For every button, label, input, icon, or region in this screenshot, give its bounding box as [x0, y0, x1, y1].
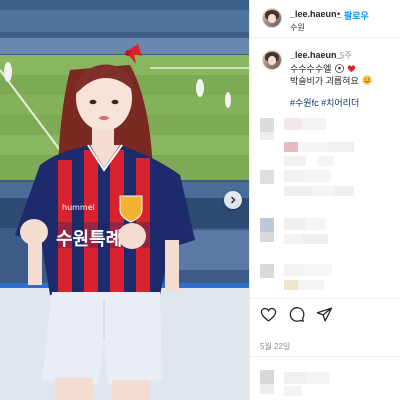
divider — [250, 356, 400, 357]
caption-text-2: 박슬비가 괴롭혀요 — [290, 76, 359, 86]
follow-button[interactable]: 팔로우 — [344, 9, 369, 22]
header-separator: • — [337, 9, 341, 19]
blurred-comment-input — [260, 370, 330, 396]
soccer-ball-icon — [335, 64, 344, 73]
carousel-next-button[interactable] — [224, 191, 242, 209]
sweat-smile-emoji-icon — [362, 75, 372, 85]
like-button[interactable] — [260, 306, 277, 323]
share-button[interactable] — [316, 306, 333, 323]
post-date[interactable]: 5월 22일 — [260, 341, 290, 352]
heart-icon — [260, 307, 277, 322]
post-location[interactable]: 수원 — [290, 22, 305, 33]
send-icon — [316, 307, 333, 322]
post-photo[interactable]: 수원특례 hummel — [0, 0, 249, 400]
blurred-comments — [260, 118, 354, 290]
caption-avatar[interactable] — [262, 50, 282, 70]
jersey-sponsor-text: 수원특례 — [56, 229, 122, 250]
caption-username[interactable]: _lee.haeun_ — [290, 50, 342, 60]
comment-icon — [289, 307, 305, 322]
author-username[interactable]: _lee.haeun_ — [290, 9, 342, 19]
post-header: _lee.haeun_ • 팔로우 수원 — [250, 0, 400, 38]
caption-text-1: 수수수수엘 — [290, 64, 332, 74]
comment-button[interactable] — [288, 306, 305, 323]
chevron-right-icon — [231, 196, 236, 204]
post-action-bar — [250, 298, 400, 328]
red-heart-icon — [348, 65, 356, 73]
post-side-panel: _lee.haeun_ • 팔로우 수원 _lee.haeun_ 5주 수수수수… — [249, 0, 400, 400]
hashtag-2[interactable]: #치어리더 — [321, 98, 359, 108]
author-avatar[interactable] — [262, 8, 282, 28]
hashtag-1[interactable]: #수원fc — [290, 98, 319, 108]
caption-hashtags: #수원fc #치어리더 — [290, 96, 359, 109]
caption-line-2: 박슬비가 괴롭혀요 — [290, 74, 372, 87]
jersey-brand-text: hummel — [62, 203, 95, 212]
cheerleader-image: 수원특례 hummel — [0, 0, 249, 400]
caption-time[interactable]: 5주 — [340, 50, 352, 61]
